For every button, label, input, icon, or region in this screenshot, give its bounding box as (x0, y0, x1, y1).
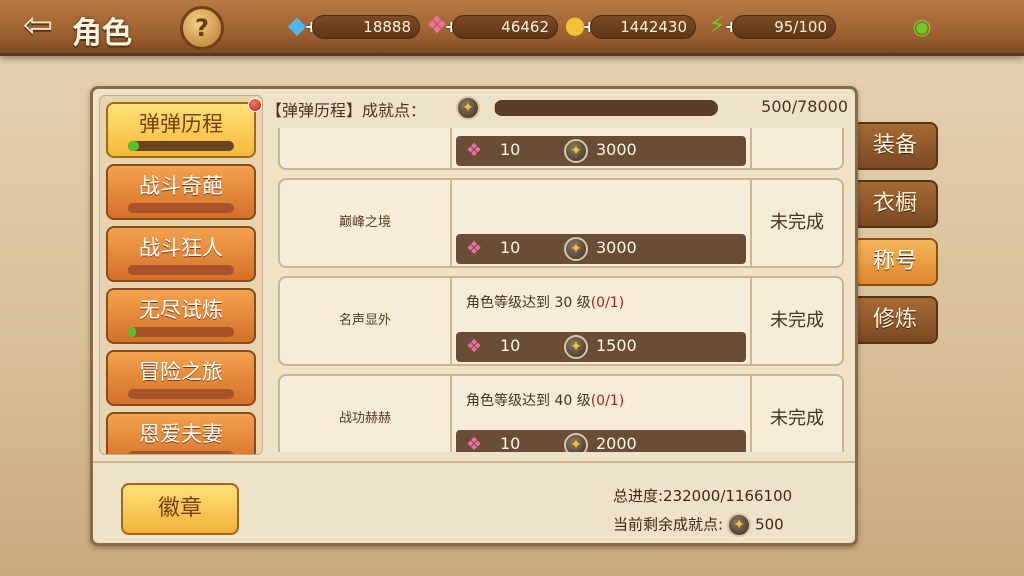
pink-gem-icon: ❖ (466, 434, 483, 452)
point-reward: 1500 (596, 336, 637, 355)
lightning-icon[interactable]: ⚡+ (700, 8, 738, 42)
achievement-name: 名声显外 (280, 278, 452, 364)
pink-gem-icon[interactable]: ❖+ (420, 8, 458, 42)
badge-button[interactable]: 徽章 (121, 483, 239, 535)
wifi-icon: ◉ (912, 15, 932, 40)
top-bar: ⇦ 角色 ? ◆+ 18888 ❖+ 46462 ●+ 1442430 ⚡+ 9… (0, 0, 1024, 56)
total-progress: 总进度:232000/1166100 (613, 487, 793, 505)
achievement-requirement: 角色等级达到 40 级(0/1) (466, 393, 625, 409)
tab-equipment[interactable]: 装备 (852, 122, 938, 170)
category-item[interactable]: 战斗奇葩 (106, 164, 256, 220)
back-button[interactable]: ⇦ (14, 8, 62, 48)
page-title: 角色 (72, 16, 132, 51)
category-progress-bar (128, 451, 234, 454)
tab-title[interactable]: 称号 (852, 238, 938, 286)
pink-gem-counter: 46462 (452, 15, 558, 39)
gem-reward: 10 (500, 434, 521, 452)
tab-wardrobe[interactable]: 衣橱 (852, 180, 938, 228)
diamond-counter: 18888 (312, 15, 420, 39)
point-reward: 2000 (596, 434, 637, 452)
diamond-icon[interactable]: ◆+ (280, 8, 318, 42)
achievement-status (750, 128, 842, 168)
pink-gem-icon: ❖ (466, 140, 483, 161)
medal-icon: ✦ (564, 237, 588, 261)
category-progress-bar (128, 327, 234, 337)
medal-icon: ✦ (564, 335, 588, 359)
medal-icon: ✦ (564, 139, 588, 163)
tab-cultivate[interactable]: 修炼 (852, 296, 938, 344)
remaining-points: 当前剩余成就点: ✦ 500 (613, 513, 784, 537)
arrow-left-icon: ⇦ (22, 5, 54, 46)
category-item[interactable]: 弹弹历程 (106, 102, 256, 158)
category-item[interactable]: 战斗狂人 (106, 226, 256, 282)
category-item[interactable]: 冒险之旅 (106, 350, 256, 406)
achievement-points: 500/78000 (761, 97, 848, 116)
medal-icon: ✦ (456, 96, 480, 120)
achievement-status: 未完成 (750, 278, 842, 364)
gold-coin-icon[interactable]: ●+ (558, 8, 596, 42)
point-reward: 3000 (596, 238, 637, 257)
achievement-status: 未完成 (750, 376, 842, 452)
achievement-row[interactable]: 战功赫赫 角色等级达到 40 级(0/1) ❖ 10 ✦ 2000 未完成 (278, 374, 844, 452)
achievement-name: 战功赫赫 (280, 376, 452, 452)
gem-reward: 10 (500, 238, 521, 257)
notification-dot (248, 98, 262, 112)
pink-gem-icon: ❖ (466, 336, 483, 357)
point-reward: 3000 (596, 140, 637, 159)
achievement-row[interactable]: 名声显外 角色等级达到 30 级(0/1) ❖ 10 ✦ 1500 未完成 (278, 276, 844, 366)
medal-icon: ✦ (564, 433, 588, 452)
reward-bar: ❖ 10 ✦ 1500 (456, 332, 746, 362)
achievement-list[interactable]: ❖ 10 ✦ 3000 巅峰之境 ❖ 10 ✦ 3000 未完成 名声显外 角色… (272, 128, 850, 452)
reward-bar: ❖ 10 ✦ 3000 (456, 136, 746, 166)
requirement-progress: (0/1) (590, 393, 625, 409)
category-progress-bar (128, 389, 234, 399)
category-progress-bar (128, 203, 234, 213)
help-button[interactable]: ? (180, 6, 224, 50)
stamina-counter: 95/100 (732, 15, 836, 39)
gem-reward: 10 (500, 140, 521, 159)
achievement-requirement: 角色等级达到 30 级(0/1) (466, 295, 625, 311)
category-progress-bar (128, 141, 234, 151)
achievement-progress-bar (494, 100, 718, 116)
category-progress-bar (128, 265, 234, 275)
category-item[interactable]: 无尽试炼 (106, 288, 256, 344)
footer-divider (93, 461, 855, 463)
achievement-name (280, 128, 452, 168)
medal-icon: ✦ (727, 513, 752, 537)
pink-gem-icon: ❖ (466, 238, 483, 259)
category-item[interactable]: 恩爱夫妻 (106, 412, 256, 454)
reward-bar: ❖ 10 ✦ 3000 (456, 234, 746, 264)
achievement-header-label: 【弹弹历程】成就点： (266, 101, 427, 120)
category-list[interactable]: 弹弹历程 战斗奇葩 战斗狂人 无尽试炼 冒险之旅 恩爱夫妻 (99, 95, 263, 455)
requirement-progress: (0/1) (590, 295, 625, 311)
reward-bar: ❖ 10 ✦ 2000 (456, 430, 746, 452)
gem-reward: 10 (500, 336, 521, 355)
gold-counter: 1442430 (590, 15, 696, 39)
achievement-name: 巅峰之境 (280, 180, 452, 266)
achievement-row[interactable]: ❖ 10 ✦ 3000 (278, 128, 844, 170)
achievement-status: 未完成 (750, 180, 842, 266)
achievement-row[interactable]: 巅峰之境 ❖ 10 ✦ 3000 未完成 (278, 178, 844, 268)
